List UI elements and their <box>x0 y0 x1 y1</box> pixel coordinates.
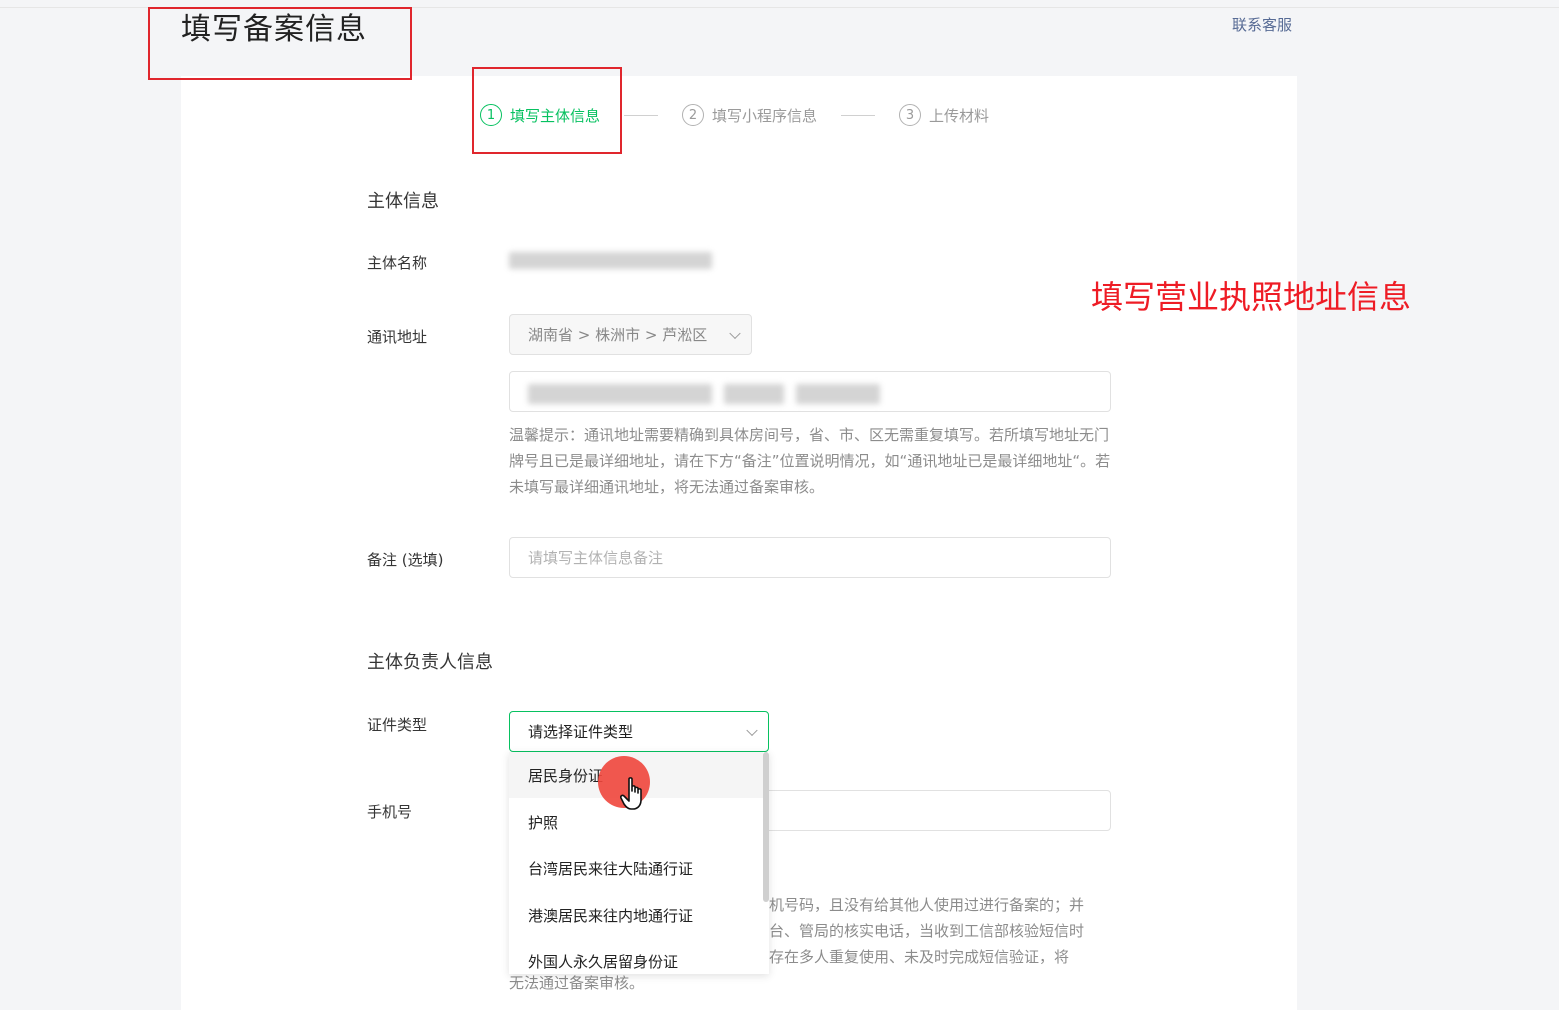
address-redacted-3 <box>796 384 880 404</box>
address-hint: 温馨提示：通讯地址需要精确到具体房间号，省、市、区无需重复填写。若所填写地址无门… <box>509 426 1111 496</box>
remark-placeholder: 请填写主体信息备注 <box>528 549 664 567</box>
subject-name-label: 主体名称 <box>367 254 428 272</box>
phone-hint-line-1: 机号码，且没有给其他人使用过进行备案的；并 <box>769 896 1085 914</box>
step-3[interactable]: 3 上传材料 <box>899 104 989 126</box>
subject-name-redacted <box>509 252 712 269</box>
highlight-box-title <box>148 7 412 80</box>
hand-cursor-icon <box>620 777 642 810</box>
step-3-label: 上传材料 <box>929 106 990 125</box>
dropdown-option[interactable]: 港澳居民来往内地通行证 <box>509 892 763 938</box>
dropdown-scrollbar[interactable] <box>763 752 769 902</box>
phone-hint-line-3: 存在多人重复使用、未及时完成短信验证，将 <box>769 948 1070 966</box>
section-title-principal: 主体负责人信息 <box>367 652 493 673</box>
id-type-select-value: 请选择证件类型 <box>528 723 634 741</box>
step-connector <box>624 114 659 116</box>
address-label: 通讯地址 <box>367 328 428 346</box>
dropdown-option[interactable]: 台湾居民来往大陆通行证 <box>509 845 763 891</box>
chevron-down-icon <box>729 327 741 339</box>
step-2-label: 填写小程序信息 <box>712 106 818 125</box>
step-2[interactable]: 2 填写小程序信息 <box>682 104 817 126</box>
remark-label: 备注 (选填) <box>367 551 444 569</box>
id-type-select[interactable]: 请选择证件类型 <box>509 711 769 752</box>
id-type-label: 证件类型 <box>367 716 428 734</box>
phone-hint-line-2: 台、管局的核实电话，当收到工信部核验短信时 <box>769 922 1085 940</box>
step-2-number: 2 <box>682 104 705 126</box>
region-select-value: 湖南省 > 株洲市 > 芦淞区 <box>528 326 708 344</box>
address-redacted-1 <box>528 384 712 404</box>
section-title-subject: 主体信息 <box>367 191 439 212</box>
annotation-text: 填写营业执照地址信息 <box>1091 278 1412 316</box>
remark-input[interactable]: 请填写主体信息备注 <box>509 537 1111 578</box>
highlight-box-step <box>472 67 622 154</box>
phone-label: 手机号 <box>367 803 413 821</box>
chevron-down-icon <box>746 724 758 736</box>
dropdown-option[interactable]: 外国人永久居留身份证 <box>509 938 763 974</box>
step-3-number: 3 <box>899 104 922 126</box>
step-connector <box>841 114 876 116</box>
address-redacted-2 <box>724 384 784 404</box>
contact-support-link[interactable]: 联系客服 <box>1232 14 1292 35</box>
region-select[interactable]: 湖南省 > 株洲市 > 芦淞区 <box>509 314 752 355</box>
